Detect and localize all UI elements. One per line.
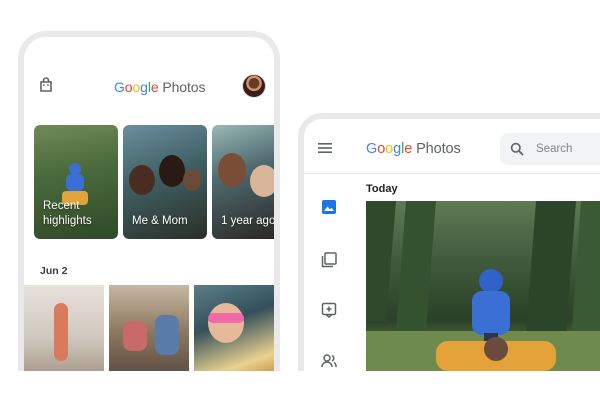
face-image (208, 303, 244, 343)
photo-thumbnail[interactable] (24, 285, 104, 371)
highlight-label-line: Me & Mom (132, 215, 188, 227)
tablet-header: Google Photos (304, 119, 600, 174)
face-image (183, 169, 201, 191)
section-date-heading: Jun 2 (40, 265, 68, 277)
app-logo: Google Photos (366, 141, 461, 157)
highlight-label: Recent highlights (43, 199, 92, 229)
logo-letter: g (140, 79, 148, 95)
photo-thumbnail[interactable] (194, 285, 274, 371)
logo-word: Photos (412, 141, 461, 157)
person-figure-image (54, 303, 68, 361)
person-figure-image (155, 315, 179, 355)
person-figure-image (123, 321, 147, 351)
highlight-label-line: 1 year ago (221, 215, 276, 227)
highlight-label: 1 year ago (221, 214, 276, 229)
logo-letter: G (366, 141, 378, 157)
logo-word: Photos (158, 79, 206, 95)
logo-letter: e (150, 79, 159, 95)
sharing-icon[interactable] (321, 353, 337, 369)
tablet-frame: Google Photos Today (298, 113, 600, 371)
highlight-label: Me & Mom (132, 214, 188, 229)
phone-frame: Google Photos Recent highlights Me & Mom (18, 31, 280, 371)
search-icon (510, 142, 524, 156)
face-image (159, 155, 185, 187)
logo-letter: e (404, 141, 413, 157)
face-image (129, 165, 155, 195)
logo-letter: o (377, 141, 386, 157)
search-input[interactable] (536, 141, 600, 157)
logo-letter: g (393, 141, 402, 157)
add-photo-icon[interactable] (321, 302, 337, 318)
app-logo: Google Photos (114, 79, 205, 95)
highlights-carousel: Recent highlights Me & Mom 1 year ago (34, 125, 276, 239)
highlight-card-recent[interactable]: Recent highlights (34, 125, 118, 239)
phone-header: Google Photos (24, 37, 274, 129)
photos-icon[interactable] (321, 199, 337, 215)
face-image (218, 153, 246, 187)
highlight-label-line: Recent (43, 200, 80, 212)
section-heading-today: Today (366, 183, 398, 195)
logo-letter: o (385, 141, 394, 157)
avatar[interactable] (242, 74, 266, 98)
highlight-card-me-and-mom[interactable]: Me & Mom (123, 125, 207, 239)
logo-letter: G (114, 79, 125, 95)
albums-icon[interactable] (321, 252, 337, 268)
photo-thumbnail[interactable] (109, 285, 189, 371)
photo-grid (24, 285, 274, 371)
face-image (250, 165, 274, 197)
highlight-card-1-year-ago[interactable]: 1 year ago (212, 125, 276, 239)
forest-scene-image (366, 201, 600, 371)
highlight-label-line: highlights (43, 215, 92, 227)
search-box[interactable] (500, 133, 600, 165)
shopping-bag-icon[interactable] (38, 77, 54, 93)
photo-today-hero[interactable] (366, 201, 600, 371)
menu-icon[interactable] (318, 143, 332, 153)
sunglasses-image (208, 313, 244, 323)
